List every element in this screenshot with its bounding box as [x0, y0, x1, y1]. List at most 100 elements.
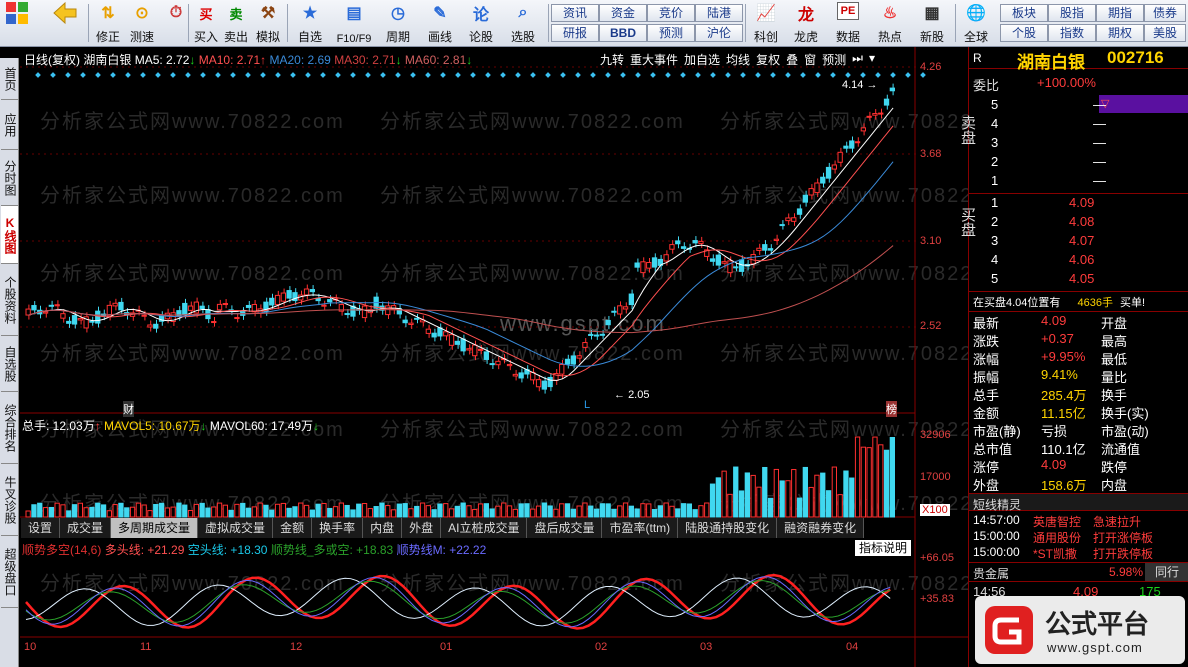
watchlist-button[interactable]: ★ 自选	[290, 2, 330, 45]
new-stock-button[interactable]: ▦ 新股	[914, 2, 950, 45]
indicator-tabs: 设置 成交量 多周期成交量 虚拟成交量 金额 换手率 内盘 外盘 AI立桩成交量…	[21, 518, 865, 538]
stat-row: 涨停 4.09 跌停	[973, 457, 1128, 475]
stock-select-button[interactable]: ⌕ 选股	[502, 2, 544, 45]
x-label-04: 04	[846, 641, 859, 653]
f10-button[interactable]: ▤ F10/F9	[330, 2, 378, 45]
bonds-button[interactable]: 债券	[1144, 4, 1186, 22]
trend-line-label: 顺势线_多或空: +18.83	[270, 543, 394, 557]
data-button[interactable]: PE 数据	[830, 2, 866, 45]
windows-grid-button[interactable]	[4, 2, 30, 45]
tab-hk-holdings[interactable]: 陆股通持股变化	[678, 518, 778, 538]
overlay-button[interactable]: 叠	[786, 51, 798, 68]
adjust-button[interactable]: 复权	[756, 51, 780, 68]
finance-marker[interactable]: 财	[123, 401, 134, 417]
tab-turnover[interactable]: 换手率	[312, 518, 364, 538]
tab-after-hours[interactable]: 盘后成交量	[527, 518, 603, 538]
forecast-button[interactable]: 预测	[647, 24, 695, 42]
ma10-label: MA10: 2.71	[198, 53, 261, 67]
stat-row: 最新 4.09 开盘	[973, 313, 1128, 331]
science-board-button[interactable]: 📈 科创	[748, 2, 784, 45]
chart-header: 日线(复权) 湖南白银 MA5: 2.72↓ MA10: 2.71↑ MA20:…	[24, 53, 473, 67]
global-button[interactable]: 🌐 全球	[958, 2, 994, 45]
index-button[interactable]: 指数	[1048, 24, 1096, 42]
quote-header: R 湖南白银 002716	[969, 47, 1188, 72]
sprite-item[interactable]: 15:00:00 *ST凯撒 打开跌停板	[973, 545, 1187, 563]
nine-turn-button[interactable]: 九转	[600, 51, 624, 68]
tab-margin[interactable]: 融资融券变化	[777, 518, 865, 538]
stock-code: 002716	[1107, 48, 1164, 67]
simulate-button[interactable]: ⚒ 模拟	[252, 2, 284, 45]
add-watchlist-button[interactable]: 加自选	[684, 51, 720, 68]
sidebar-item-profile[interactable]: 个股资料	[1, 264, 18, 336]
major-events-button[interactable]: 重大事件	[630, 51, 678, 68]
sidebar-item-watchlist[interactable]: 自选股	[1, 336, 18, 392]
hot-spot-button[interactable]: ♨ 热点	[872, 2, 908, 45]
sector-button[interactable]: 板块	[1000, 4, 1048, 22]
bear-line-label: 空头线: +18.30	[187, 543, 268, 557]
tab-pe-ttm[interactable]: 市盈率(ttm)	[602, 518, 679, 538]
bbd-button[interactable]: BBD	[599, 24, 647, 42]
tab-outer[interactable]: 外盘	[402, 518, 442, 538]
buy-button[interactable]: 买买入	[192, 2, 220, 45]
sector-row[interactable]: 贵金属 5.98% 同行	[969, 563, 1188, 581]
sell-button[interactable]: 卖卖出	[222, 2, 250, 45]
correct-button[interactable]: ⇅ 修正	[92, 2, 124, 45]
sidebar-item-diagnosis[interactable]: 牛叉诊股	[1, 464, 18, 536]
ma20-label: MA20: 2.69	[269, 53, 331, 67]
tab-volume[interactable]: 成交量	[60, 518, 112, 538]
options-button[interactable]: 期权	[1096, 24, 1144, 42]
dragon-tiger-button[interactable]: 龙龙虎	[788, 2, 824, 45]
window-button[interactable]: 窗	[804, 51, 816, 68]
speed-test-button[interactable]: ⊙ 测速	[126, 2, 158, 45]
quote-panel: R 湖南白银 002716 委比 +100.00% ▽ 卖盘 买盘 在买盘4.0…	[959, 47, 1188, 667]
period-button[interactable]: ◷ 周期	[378, 2, 418, 45]
auction-button[interactable]: 竞价	[647, 4, 695, 22]
sidebar-item-level2[interactable]: 超级盘口	[1, 536, 18, 608]
dropdown-icon[interactable]: ▾	[869, 51, 875, 68]
forum-button[interactable]: 论论股	[462, 2, 500, 45]
period-clock-icon: ◷	[391, 5, 405, 22]
chart-header-buttons: 九转 重大事件 加自选 均线 复权 叠 窗 预测 ⏭ ▾	[600, 51, 875, 68]
vol-y-label-1: 32906	[920, 429, 951, 441]
expand-icon[interactable]: ⏭	[852, 51, 863, 68]
stock-name: 湖南白银	[83, 53, 132, 67]
weibi-row: 委比 +100.00%	[973, 75, 1096, 93]
ranking-marker[interactable]: 榜	[886, 401, 897, 417]
weibi-value: +100.00%	[1037, 75, 1096, 90]
sidebar-item-kline[interactable]: K线图	[1, 206, 18, 264]
draw-line-button[interactable]: ✎ 画线	[420, 2, 460, 45]
indicator-help-button[interactable]: 指标说明	[855, 540, 912, 556]
stock-index-button[interactable]: 股指	[1048, 4, 1096, 22]
shanghai-london-button[interactable]: 沪伦	[695, 24, 743, 42]
us-stocks-button[interactable]: 美股	[1144, 24, 1186, 42]
tab-ai-volume[interactable]: AI立桩成交量	[441, 518, 528, 538]
tab-multi-period-volume[interactable]: 多周期成交量	[111, 518, 199, 538]
l-marker: L	[584, 399, 591, 411]
tab-settings[interactable]: 设置	[21, 518, 61, 538]
ma-button[interactable]: 均线	[726, 51, 750, 68]
peer-button[interactable]: 同行	[1145, 563, 1188, 581]
tab-virtual-volume[interactable]: 虚拟成交量	[198, 518, 274, 538]
futures-index-button[interactable]: 期指	[1096, 4, 1144, 22]
forum-icon: 论	[472, 7, 489, 24]
sell-level-4: 4—	[991, 116, 1106, 131]
sidebar-item-home[interactable]: 首页	[1, 58, 18, 100]
stat-row: 振幅 9.41% 量比	[973, 367, 1128, 385]
kline-chart-area[interactable]: 分析家公式网www.70822.com 分析家公式网www.70822.com …	[20, 47, 1023, 667]
hk-connect-button[interactable]: 陆港	[695, 4, 743, 22]
sidebar-item-timeshare[interactable]: 分时图	[1, 150, 18, 206]
back-button[interactable]	[52, 1, 78, 45]
mavol60-label: MAVOL60: 17.49万	[209, 419, 314, 433]
individual-stock-button[interactable]: 个股	[1000, 24, 1048, 42]
tab-inner[interactable]: 内盘	[363, 518, 403, 538]
up-down-arrows-icon: ⇅	[101, 5, 115, 22]
funds-button[interactable]: 资金	[599, 4, 647, 22]
x-label-11: 11	[140, 641, 152, 653]
speed-test-icon: ⊙	[135, 5, 149, 22]
forecast-chart-button[interactable]: 预测	[822, 51, 846, 68]
sidebar-item-apps[interactable]: 应用	[1, 100, 18, 150]
news-button[interactable]: 资讯	[551, 4, 599, 22]
research-button[interactable]: 研报	[551, 24, 599, 42]
sidebar-item-ranking[interactable]: 综合排名	[1, 392, 18, 464]
tab-amount[interactable]: 金额	[273, 518, 313, 538]
